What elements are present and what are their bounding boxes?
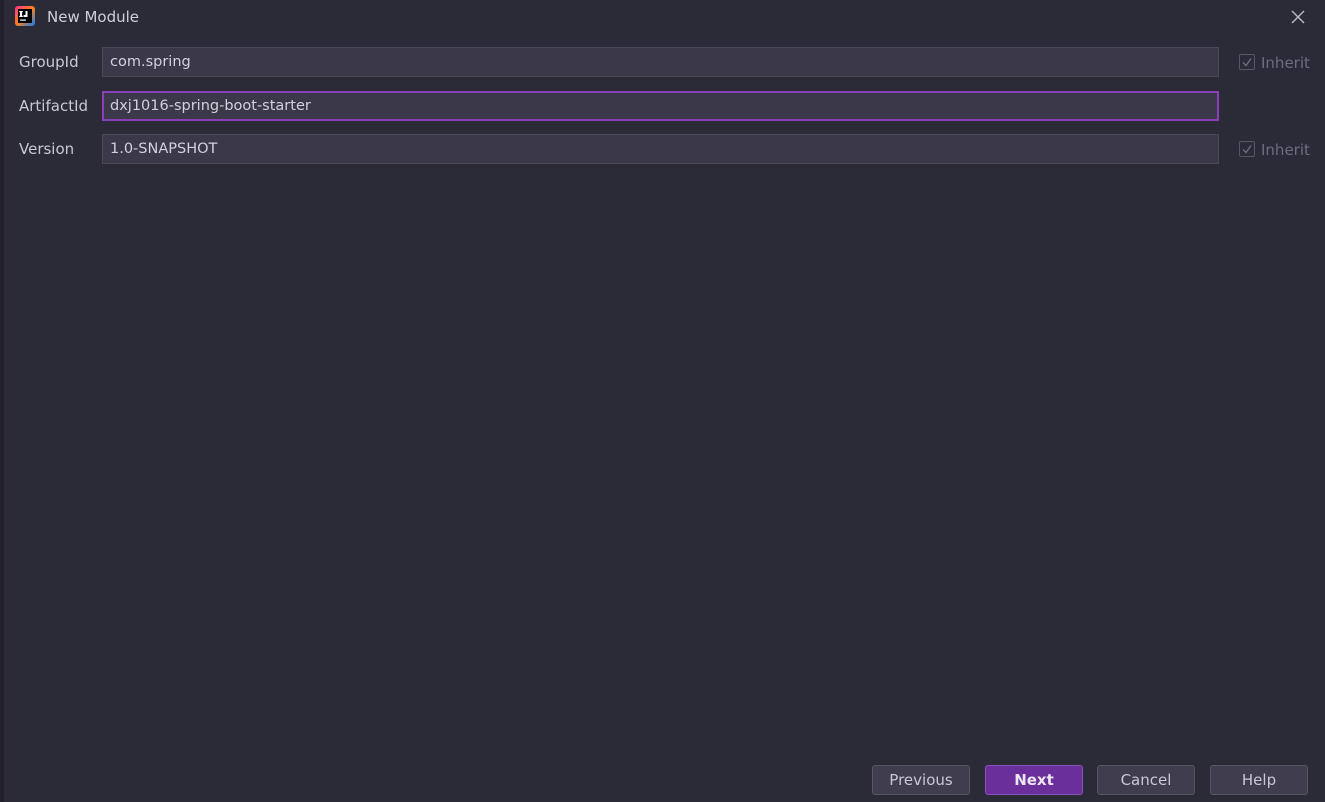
dialog-title: New Module: [47, 8, 140, 26]
groupid-label: GroupId: [19, 53, 79, 71]
check-icon: [1242, 144, 1252, 154]
previous-button[interactable]: Previous: [872, 765, 970, 795]
new-module-dialog: New Module GroupId Inherit ArtifactId Ve…: [0, 0, 1325, 802]
inherit-label: Inherit: [1261, 53, 1310, 72]
version-row: Version Inherit: [4, 134, 1325, 164]
title-bar: New Module: [4, 0, 1325, 34]
groupid-inherit-checkbox[interactable]: Inherit: [1239, 52, 1310, 72]
groupid-row: GroupId Inherit: [4, 47, 1325, 77]
groupid-input[interactable]: [102, 47, 1219, 77]
check-icon: [1242, 57, 1252, 67]
next-button[interactable]: Next: [985, 765, 1083, 795]
artifactid-label: ArtifactId: [19, 97, 89, 115]
version-inherit-checkbox[interactable]: Inherit: [1239, 139, 1310, 159]
checkbox-box: [1239, 140, 1255, 157]
inherit-label: Inherit: [1261, 140, 1310, 159]
close-icon: [1291, 10, 1305, 24]
help-button[interactable]: Help: [1210, 765, 1308, 795]
intellij-idea-icon: [15, 6, 35, 26]
artifactid-input[interactable]: [102, 91, 1219, 121]
version-input[interactable]: [102, 134, 1219, 164]
checkbox-box: [1239, 53, 1255, 70]
artifactid-row: ArtifactId: [4, 91, 1325, 121]
close-button[interactable]: [1289, 8, 1307, 26]
version-label: Version: [19, 140, 75, 158]
cancel-button[interactable]: Cancel: [1097, 765, 1195, 795]
